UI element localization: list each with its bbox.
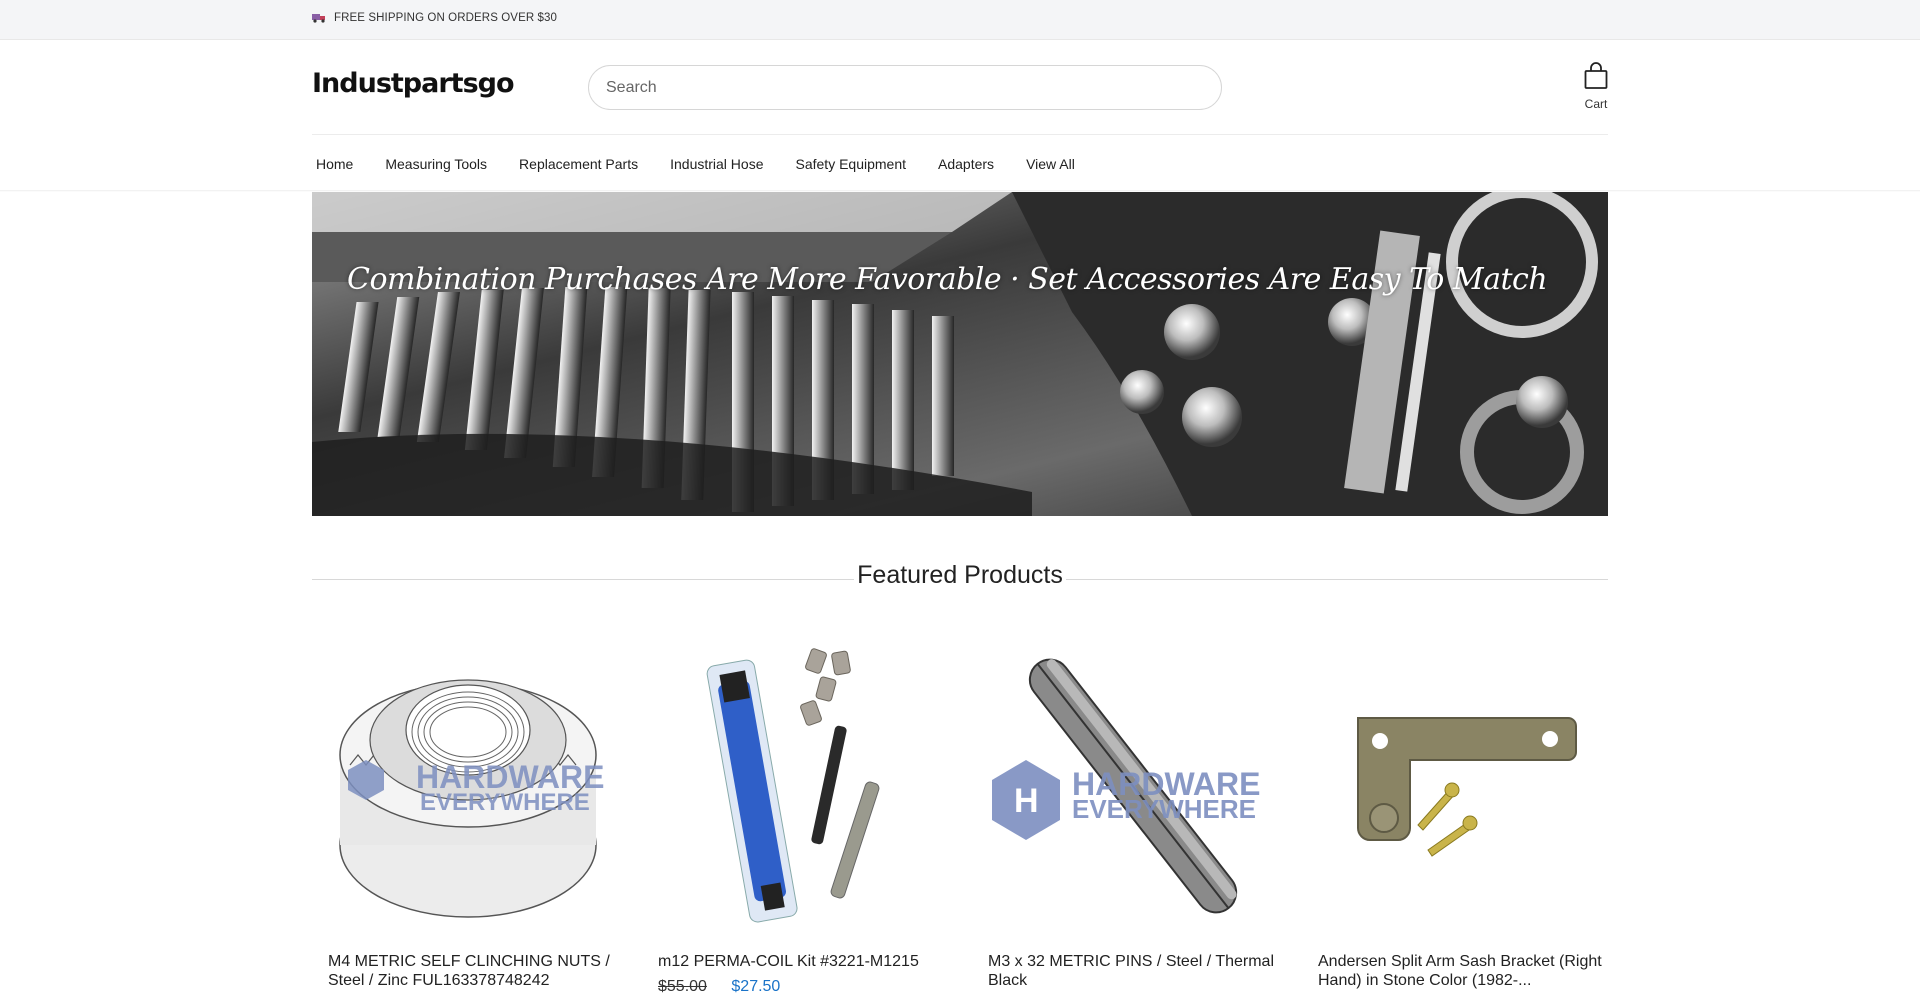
product-name[interactable]: M4 METRIC SELF CLINCHING NUTS / Steel / … bbox=[328, 952, 618, 990]
hero-banner[interactable]: Combination Purchases Are More Favorable… bbox=[312, 192, 1608, 516]
divider bbox=[312, 134, 1608, 135]
product-name[interactable]: M3 x 32 METRIC PINS / Steel / Thermal Bl… bbox=[988, 952, 1278, 990]
metric-pin-image[interactable]: H HARDWARE EVERYWHERE bbox=[988, 640, 1278, 932]
product-name[interactable]: Andersen Split Arm Sash Bracket (Right H… bbox=[1318, 952, 1608, 990]
nav-item-measuring-tools[interactable]: Measuring Tools bbox=[381, 154, 491, 174]
nav-item-replacement-parts[interactable]: Replacement Parts bbox=[515, 154, 642, 174]
nav-item-industrial-hose[interactable]: Industrial Hose bbox=[666, 154, 767, 174]
divider bbox=[1066, 579, 1608, 580]
product-card[interactable]: m12 PERMA-COIL Kit #3221-M1215 $55.00 $2… bbox=[658, 640, 948, 993]
clinching-nut-image[interactable]: HARDWARE EVERYWHERE bbox=[328, 640, 618, 932]
nav-item-adapters[interactable]: Adapters bbox=[934, 154, 998, 174]
product-name[interactable]: m12 PERMA-COIL Kit #3221-M1215 bbox=[658, 952, 948, 971]
nav-item-home[interactable]: Home bbox=[312, 154, 357, 174]
perma-coil-kit-image[interactable] bbox=[658, 640, 948, 932]
shopping-bag-icon bbox=[1583, 62, 1609, 94]
search-input[interactable] bbox=[589, 66, 1221, 109]
nav-item-safety-equipment[interactable]: Safety Equipment bbox=[792, 154, 911, 174]
machinery-image bbox=[312, 192, 1608, 516]
site-logo[interactable]: Industpartsgo bbox=[312, 68, 515, 99]
cart-button[interactable]: Cart bbox=[1578, 62, 1614, 111]
original-price: $55.00 bbox=[658, 978, 707, 993]
svg-text:EVERYWHERE: EVERYWHERE bbox=[1072, 794, 1256, 824]
product-price: $55.00 $27.50 bbox=[658, 978, 780, 993]
svg-text:EVERYWHERE: EVERYWHERE bbox=[420, 789, 590, 816]
divider bbox=[312, 579, 854, 580]
shipping-text: FREE SHIPPING ON ORDERS OVER $30 bbox=[334, 12, 558, 24]
sale-price: $27.50 bbox=[731, 978, 781, 993]
cart-label: Cart bbox=[1584, 97, 1608, 111]
announcement-bar: FREE SHIPPING ON ORDERS OVER $30 bbox=[0, 0, 1920, 40]
main-nav: Home Measuring Tools Replacement Parts I… bbox=[312, 154, 1103, 174]
product-card[interactable]: Andersen Split Arm Sash Bracket (Right H… bbox=[1318, 640, 1608, 989]
sash-bracket-image[interactable] bbox=[1318, 640, 1608, 932]
product-card[interactable]: H HARDWARE EVERYWHERE M3 x 32 METRIC PIN… bbox=[988, 640, 1278, 989]
search-box[interactable] bbox=[588, 65, 1222, 110]
section-title: Featured Products bbox=[857, 561, 1063, 589]
svg-text:H: H bbox=[1014, 782, 1039, 820]
nav-item-view-all[interactable]: View All bbox=[1022, 154, 1079, 174]
truck-icon bbox=[312, 13, 326, 23]
product-card[interactable]: HARDWARE EVERYWHERE M4 METRIC SELF CLINC… bbox=[328, 640, 618, 989]
banner-headline: Combination Purchases Are More Favorable… bbox=[347, 262, 1548, 297]
